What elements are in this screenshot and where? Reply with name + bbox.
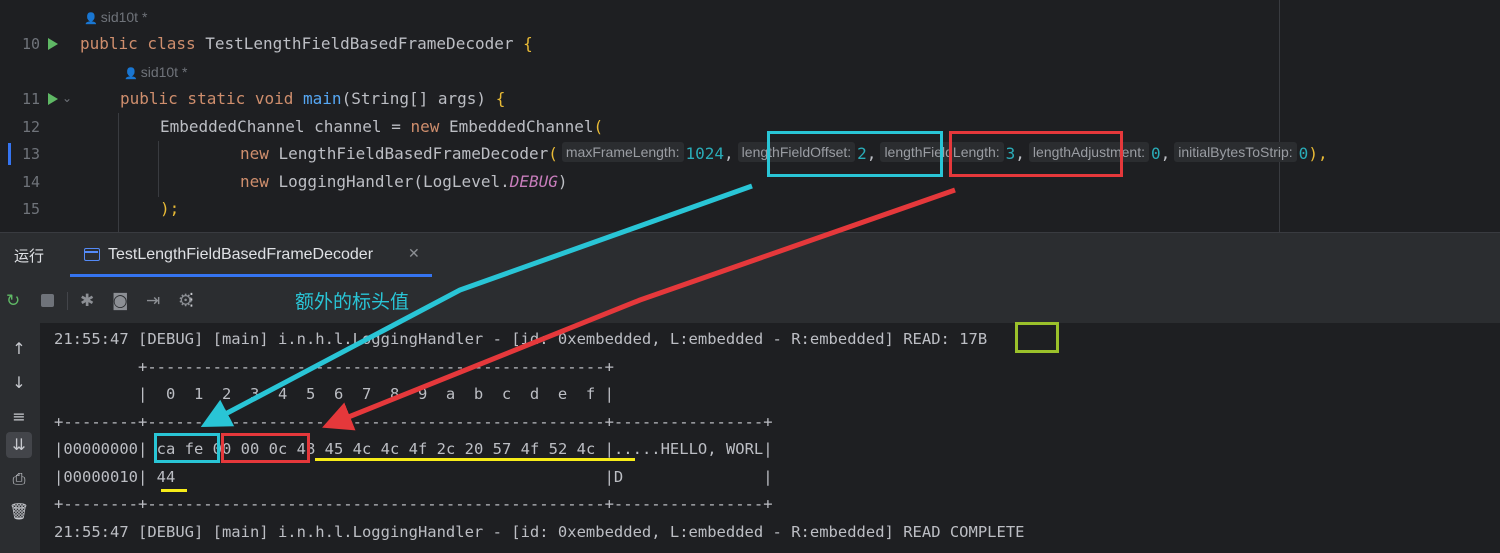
annotation-arrows xyxy=(200,183,956,431)
cyan-arrow xyxy=(200,183,753,428)
